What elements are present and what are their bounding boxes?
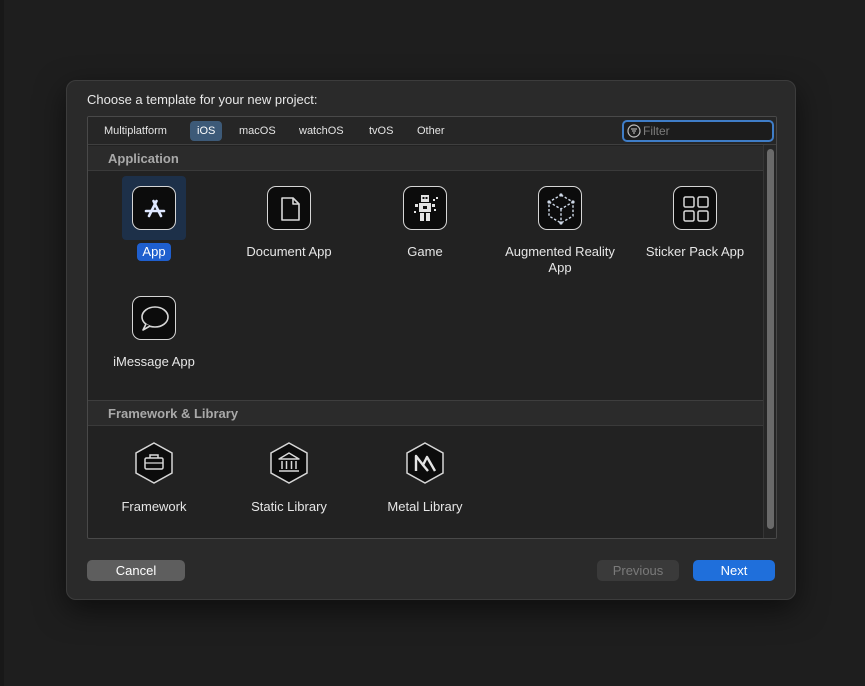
template-label: Static Library (251, 499, 327, 514)
template-game[interactable]: Game (363, 176, 487, 286)
tab-ios[interactable]: iOS (190, 121, 223, 141)
toolbox-icon (132, 441, 176, 485)
template-static-library[interactable]: Static Library (227, 431, 351, 538)
next-button[interactable]: Next (693, 560, 775, 581)
section-header-framework-library: Framework & Library (88, 401, 763, 426)
template-sticker-pack-app[interactable]: Sticker Pack App (633, 176, 757, 286)
cancel-button[interactable]: Cancel (87, 560, 185, 581)
template-label: Sticker Pack App (645, 244, 745, 259)
window-edge (0, 0, 4, 686)
scrollbar-thumb[interactable] (767, 149, 774, 529)
template-label: Augmented Reality App (505, 244, 615, 275)
app-store-icon (132, 186, 176, 230)
template-augmented-reality-app[interactable]: Augmented Reality App (498, 176, 622, 286)
vertical-scrollbar[interactable] (763, 145, 776, 538)
template-metal-library[interactable]: Metal Library (363, 431, 487, 538)
template-document-app[interactable]: Document App (227, 176, 351, 286)
metal-icon (403, 441, 447, 485)
dialog-title: Choose a template for your new project: (87, 92, 318, 107)
template-label: Game (407, 244, 443, 259)
game-robot-icon (403, 186, 447, 230)
filter-input[interactable] (643, 123, 768, 139)
tab-other[interactable]: Other (410, 121, 452, 141)
filter-icon (627, 124, 641, 138)
tab-multiplatform[interactable]: Multiplatform (97, 121, 174, 141)
template-label: App (137, 243, 171, 261)
tab-macos[interactable]: macOS (232, 121, 283, 141)
filter-field[interactable] (622, 120, 774, 142)
template-label: Framework (121, 499, 187, 514)
previous-button[interactable]: Previous (597, 560, 679, 581)
document-icon (267, 186, 311, 230)
message-bubble-icon (132, 296, 176, 340)
template-framework[interactable]: Framework (92, 431, 216, 538)
template-panel: Multiplatform iOS macOS watchOS tvOS Oth… (87, 116, 777, 539)
template-chooser-sheet: Choose a template for your new project: … (66, 80, 796, 600)
template-app[interactable]: App (92, 176, 216, 286)
template-label: Document App (246, 244, 332, 259)
grid-icon (673, 186, 717, 230)
template-label: iMessage App (113, 354, 195, 369)
tab-tvos[interactable]: tvOS (362, 121, 400, 141)
section-header-application: Application (88, 146, 763, 171)
template-label: Metal Library (387, 499, 463, 514)
ar-cube-icon (538, 186, 582, 230)
tab-watchos[interactable]: watchOS (292, 121, 351, 141)
library-building-icon (267, 441, 311, 485)
platform-tab-bar: Multiplatform iOS macOS watchOS tvOS Oth… (88, 117, 776, 145)
template-imessage-app[interactable]: iMessage App (92, 286, 216, 396)
